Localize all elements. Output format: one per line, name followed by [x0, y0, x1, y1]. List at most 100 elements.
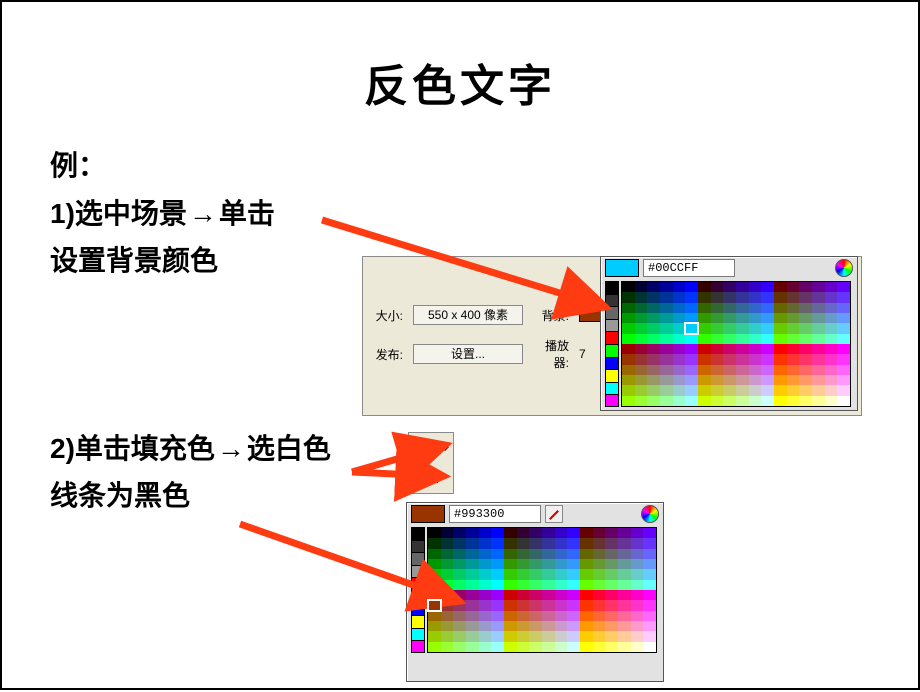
color-cell[interactable] — [504, 559, 517, 569]
color-cell[interactable] — [622, 282, 635, 292]
color-cell[interactable] — [799, 282, 812, 292]
color-cell[interactable] — [529, 538, 542, 548]
color-cell[interactable] — [622, 323, 635, 333]
basic-color-cell[interactable] — [605, 369, 619, 382]
color-cell[interactable] — [479, 549, 492, 559]
color-cell[interactable] — [774, 385, 787, 395]
color-cell[interactable] — [504, 600, 517, 610]
basic-color-cell[interactable] — [605, 281, 619, 294]
color-cell[interactable] — [491, 631, 504, 641]
basic-color-cell[interactable] — [411, 552, 425, 565]
color-cell[interactable] — [580, 559, 593, 569]
color-cell[interactable] — [711, 323, 724, 333]
color-cell[interactable] — [441, 621, 454, 631]
color-cell[interactable] — [673, 385, 686, 395]
color-cell[interactable] — [517, 580, 530, 590]
color-cell[interactable] — [643, 569, 656, 579]
color-cell[interactable] — [618, 559, 631, 569]
color-cell[interactable] — [491, 600, 504, 610]
color-cell[interactable] — [761, 323, 774, 333]
websafe-color-grid[interactable] — [621, 281, 851, 407]
color-cell[interactable] — [723, 385, 736, 395]
color-cell[interactable] — [622, 334, 635, 344]
color-cell[interactable] — [567, 642, 580, 652]
color-cell[interactable] — [542, 559, 555, 569]
color-cell[interactable] — [761, 282, 774, 292]
color-cell[interactable] — [825, 334, 838, 344]
color-cell[interactable] — [479, 631, 492, 641]
color-cell[interactable] — [504, 621, 517, 631]
color-cell[interactable] — [749, 292, 762, 302]
color-cell[interactable] — [736, 323, 749, 333]
color-cell[interactable] — [660, 323, 673, 333]
no-color-icon[interactable] — [545, 505, 563, 523]
color-cell[interactable] — [643, 611, 656, 621]
color-cell[interactable] — [622, 396, 635, 406]
color-cell[interactable] — [466, 528, 479, 538]
color-cell[interactable] — [825, 365, 838, 375]
color-cell[interactable] — [685, 303, 698, 313]
color-cell[interactable] — [660, 344, 673, 354]
color-cell[interactable] — [673, 354, 686, 364]
color-cell[interactable] — [491, 559, 504, 569]
color-cell[interactable] — [580, 631, 593, 641]
color-cell[interactable] — [749, 344, 762, 354]
color-cell[interactable] — [698, 375, 711, 385]
color-cell[interactable] — [491, 611, 504, 621]
color-cell[interactable] — [605, 600, 618, 610]
color-cell[interactable] — [660, 365, 673, 375]
color-cell[interactable] — [711, 375, 724, 385]
color-cell[interactable] — [542, 642, 555, 652]
color-cell[interactable] — [660, 282, 673, 292]
color-cell[interactable] — [825, 323, 838, 333]
color-cell[interactable] — [736, 282, 749, 292]
color-cell[interactable] — [799, 313, 812, 323]
color-cell[interactable] — [555, 538, 568, 548]
color-cell[interactable] — [723, 303, 736, 313]
color-cell[interactable] — [660, 334, 673, 344]
color-cell[interactable] — [837, 303, 850, 313]
color-cell[interactable] — [466, 621, 479, 631]
color-cell[interactable] — [504, 528, 517, 538]
color-cell[interactable] — [428, 528, 441, 538]
color-cell[interactable] — [504, 549, 517, 559]
color-cell[interactable] — [812, 354, 825, 364]
color-cell[interactable] — [580, 549, 593, 559]
color-cell[interactable] — [567, 580, 580, 590]
color-cell[interactable] — [453, 590, 466, 600]
color-cell[interactable] — [761, 292, 774, 302]
color-cell[interactable] — [580, 538, 593, 548]
color-cell[interactable] — [799, 365, 812, 375]
color-cell[interactable] — [635, 292, 648, 302]
color-cell[interactable] — [736, 354, 749, 364]
color-cell[interactable] — [593, 528, 606, 538]
color-cell[interactable] — [466, 611, 479, 621]
color-cell[interactable] — [799, 334, 812, 344]
color-cell[interactable] — [736, 365, 749, 375]
basic-color-cell[interactable] — [411, 577, 425, 590]
color-cell[interactable] — [812, 375, 825, 385]
color-cell[interactable] — [567, 569, 580, 579]
basic-colors-column[interactable] — [605, 281, 619, 407]
color-cell[interactable] — [643, 538, 656, 548]
color-cell[interactable] — [837, 323, 850, 333]
color-cell[interactable] — [685, 344, 698, 354]
color-cell[interactable] — [466, 569, 479, 579]
color-cell[interactable] — [647, 323, 660, 333]
color-cell[interactable] — [761, 365, 774, 375]
color-cell[interactable] — [736, 344, 749, 354]
color-cell[interactable] — [635, 375, 648, 385]
color-cell[interactable] — [567, 538, 580, 548]
color-cell[interactable] — [504, 611, 517, 621]
hex-input[interactable] — [643, 259, 735, 277]
color-cell[interactable] — [605, 580, 618, 590]
color-cell[interactable] — [643, 580, 656, 590]
websafe-color-grid[interactable] — [427, 527, 657, 653]
color-cell[interactable] — [812, 396, 825, 406]
color-cell[interactable] — [453, 569, 466, 579]
basic-color-cell[interactable] — [605, 331, 619, 344]
basic-color-cell[interactable] — [605, 357, 619, 370]
color-cell[interactable] — [711, 292, 724, 302]
color-cell[interactable] — [479, 642, 492, 652]
color-cell[interactable] — [812, 385, 825, 395]
